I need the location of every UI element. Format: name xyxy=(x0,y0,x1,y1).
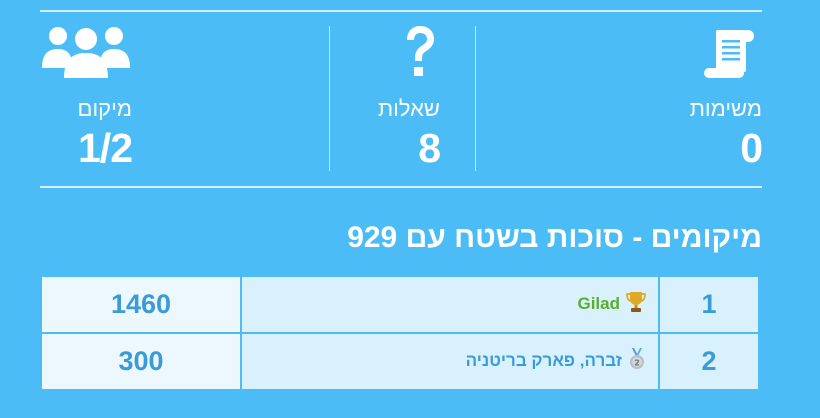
stat-place-label: מיקום xyxy=(77,96,132,121)
stat-questions-value: 8 xyxy=(418,125,441,171)
table-row: 2 2 זברה, פארק בריטניה 300 xyxy=(40,332,760,391)
trophy-icon xyxy=(626,291,646,318)
users-group-icon xyxy=(40,24,132,85)
rankings-table: 1 Gilad 1460 2 2 זברה, פארק בריטניה 300 xyxy=(40,275,760,391)
team-name: Gilad xyxy=(577,294,620,313)
team-cell: 2 זברה, פארק בריטניה xyxy=(240,332,660,391)
score-cell: 1460 xyxy=(40,275,242,334)
rank-cell: 1 xyxy=(658,275,760,334)
silver-medal-icon: 2 xyxy=(628,348,646,375)
scroll-icon xyxy=(702,28,758,87)
svg-text:2: 2 xyxy=(634,359,640,368)
question-mark-icon xyxy=(402,24,438,87)
stat-questions-label: שאלות xyxy=(377,96,440,121)
section-divider xyxy=(40,186,762,188)
rankings-title: מיקומים - סוכות בשטח עם 929 xyxy=(347,221,762,254)
rank-cell: 2 xyxy=(658,332,760,391)
stat-place-value: 1/2 xyxy=(78,125,133,171)
table-row: 1 Gilad 1460 xyxy=(40,275,760,334)
stat-tasks-value: 0 xyxy=(740,125,763,171)
score-cell: 300 xyxy=(40,332,242,391)
stats-bar: משימות 0 שאלות 8 מיקום 1/2 xyxy=(40,12,763,186)
stats-divider xyxy=(475,26,476,171)
team-cell: Gilad xyxy=(240,275,660,334)
stat-questions: שאלות 8 xyxy=(320,12,441,186)
stat-place: מיקום 1/2 xyxy=(40,12,133,186)
stat-tasks-label: משימות xyxy=(689,96,762,121)
stat-tasks: משימות 0 xyxy=(612,12,763,186)
team-name: זברה, פארק בריטניה xyxy=(465,351,622,370)
stats-divider xyxy=(329,26,330,171)
